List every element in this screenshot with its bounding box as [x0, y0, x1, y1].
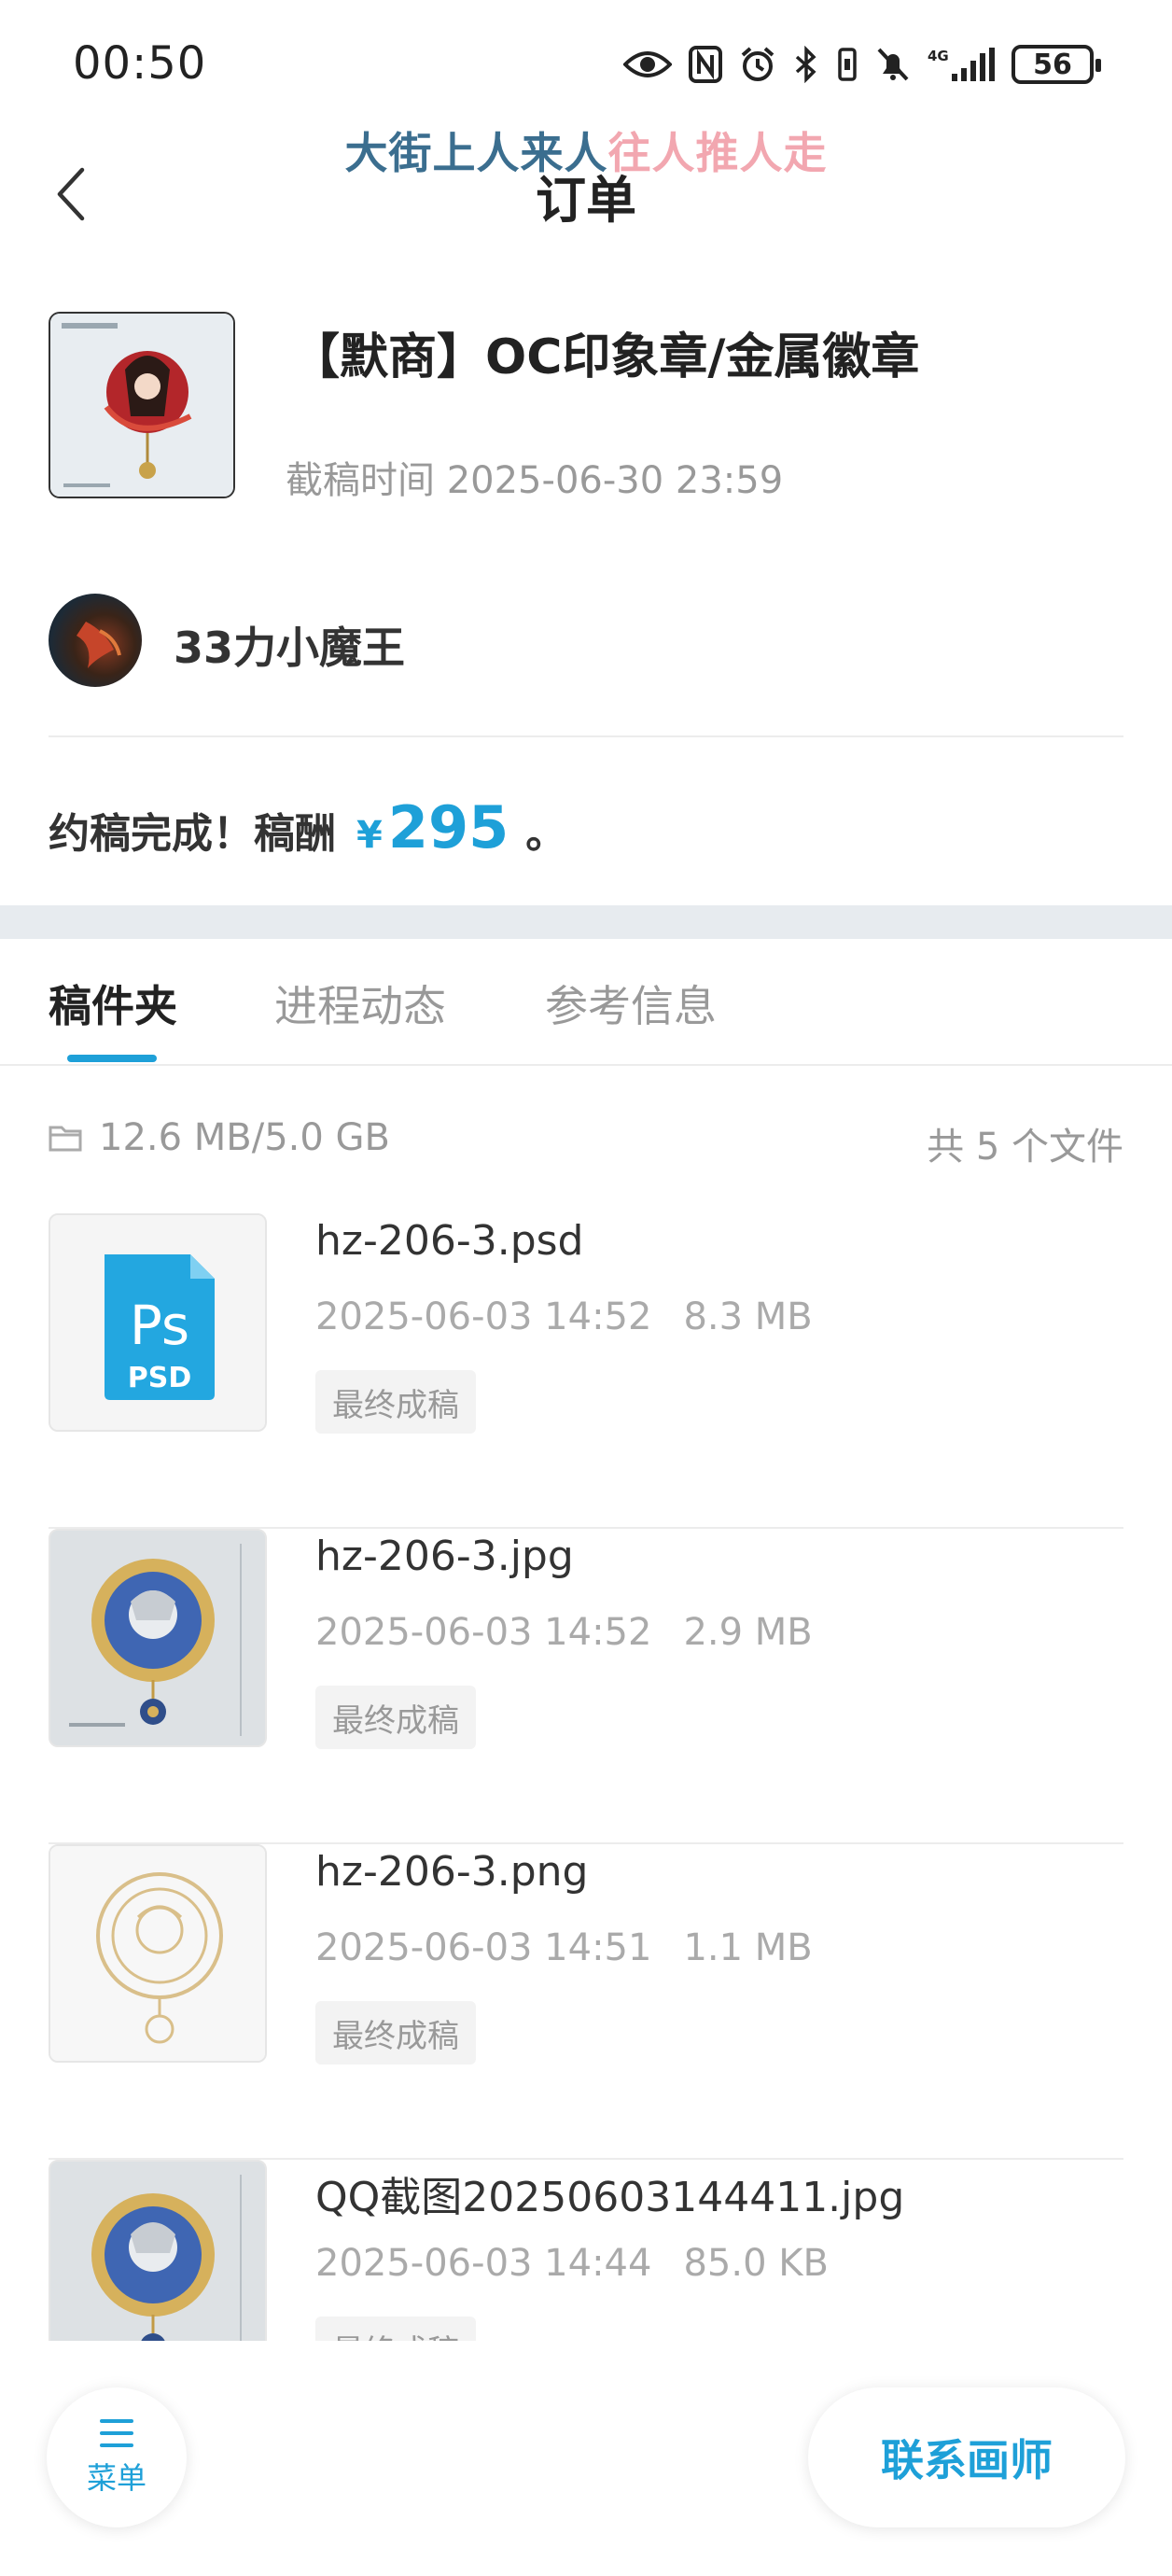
file-meta: 2025-06-03 14:44 85.0 KB — [315, 2242, 829, 2285]
tab-bar: 稿件夹 进程动态 参考信息 — [0, 939, 1172, 1066]
tab-reference[interactable]: 参考信息 — [545, 973, 717, 1034]
file-name: hz-206-3.jpg — [315, 1533, 574, 1580]
file-size: 85.0 KB — [683, 2242, 829, 2285]
eye-icon — [623, 51, 672, 77]
artwork-thumbnail — [50, 1531, 265, 1745]
completion-suffix: 。 — [525, 810, 567, 858]
file-item[interactable]: Ps PSD hz-206-3.psd 2025-06-03 14:52 8.3 … — [49, 1213, 1123, 1529]
svg-text:Ps: Ps — [130, 1294, 189, 1357]
storage-usage-text: 12.6 MB/5.0 GB — [99, 1116, 390, 1159]
vibrate-icon — [838, 48, 857, 81]
file-thumbnail[interactable] — [49, 2160, 267, 2341]
mute-bell-icon — [877, 48, 909, 81]
completion-summary: 约稿完成！稿酬 ¥ 295 。 — [49, 793, 566, 861]
bluetooth-icon — [795, 46, 816, 83]
file-count: 共 5 个文件 — [927, 1126, 1123, 1169]
battery-indicator: 56 — [1012, 45, 1101, 84]
file-thumbnail[interactable] — [49, 1529, 267, 1747]
nfc-icon — [689, 46, 722, 83]
file-tag: 最终成稿 — [315, 1370, 476, 1434]
file-thumbnail[interactable]: Ps PSD — [49, 1213, 267, 1432]
bottom-action-bar: 菜单 联系画师 — [0, 2341, 1172, 2576]
file-name: hz-206-3.png — [315, 1848, 589, 1896]
alarm-icon — [741, 47, 774, 81]
avatar[interactable] — [49, 594, 142, 687]
file-item[interactable]: hz-206-3.png 2025-06-03 14:51 1.1 MB 最终成稿 — [49, 1844, 1123, 2160]
file-size: 8.3 MB — [683, 1295, 813, 1338]
file-list: Ps PSD hz-206-3.psd 2025-06-03 14:52 8.3 … — [49, 1213, 1123, 2341]
file-size: 1.1 MB — [683, 1926, 813, 1969]
svg-text:4G: 4G — [928, 48, 949, 64]
page-title: 订单 — [536, 171, 636, 230]
currency-symbol: ¥ — [356, 814, 383, 857]
menu-label: 菜单 — [86, 2460, 146, 2496]
status-icons: 4G 56 — [623, 45, 1101, 84]
file-size: 2.9 MB — [683, 1611, 813, 1654]
product-title: 【默商】OC印象章/金属徽章 — [291, 329, 920, 385]
tab-progress[interactable]: 进程动态 — [274, 973, 446, 1034]
payment-amount: 295 — [387, 793, 509, 861]
file-date: 2025-06-03 14:52 — [315, 1611, 652, 1654]
header: 订单 — [0, 140, 1172, 243]
file-tag: 最终成稿 — [315, 2317, 476, 2341]
file-name: QQ截图20250603144411.jpg — [315, 2174, 905, 2221]
artist-name: 33力小魔王 — [174, 623, 406, 673]
divider — [49, 735, 1123, 737]
menu-icon — [100, 2419, 133, 2447]
completion-text: 约稿完成！稿酬 — [49, 810, 336, 858]
folder-icon — [49, 1126, 82, 1152]
file-tag: 最终成稿 — [315, 1686, 476, 1749]
contact-artist-button[interactable]: 联系画师 — [808, 2387, 1125, 2527]
file-item[interactable]: hz-206-3.jpg 2025-06-03 14:52 2.9 MB 最终成稿 — [49, 1529, 1123, 1844]
product-deadline: 截稿时间 2025-06-30 23:59 — [286, 459, 784, 502]
artwork-thumbnail — [50, 2162, 265, 2341]
file-date: 2025-06-03 14:51 — [315, 1926, 652, 1969]
storage-row: 12.6 MB/5.0 GB 共 5 个文件 — [49, 1116, 1123, 1172]
svg-text:PSD: PSD — [128, 1362, 192, 1394]
file-tag: 最终成稿 — [315, 2001, 476, 2065]
artist-row[interactable]: 33力小魔王 — [49, 594, 1123, 687]
file-meta: 2025-06-03 14:52 8.3 MB — [315, 1295, 813, 1338]
menu-button[interactable]: 菜单 — [47, 2387, 187, 2527]
file-date: 2025-06-03 14:44 — [315, 2242, 652, 2285]
file-meta: 2025-06-03 14:51 1.1 MB — [315, 1926, 813, 1969]
section-separator — [0, 905, 1172, 939]
status-time: 00:50 — [73, 37, 207, 90]
product-thumbnail[interactable] — [49, 312, 235, 498]
signal-icon: 4G — [928, 48, 995, 81]
storage-usage: 12.6 MB/5.0 GB — [49, 1116, 390, 1159]
file-name: hz-206-3.psd — [315, 1217, 584, 1265]
psd-file-icon: Ps PSD — [50, 1215, 265, 1430]
status-bar: 00:50 4G 56 — [0, 0, 1172, 131]
active-tab-indicator — [67, 1055, 157, 1062]
product-card[interactable]: 【默商】OC印象章/金属徽章 截稿时间 2025-06-30 23:59 — [49, 312, 1123, 502]
tab-draft-folder[interactable]: 稿件夹 — [49, 973, 177, 1034]
artwork-thumbnail — [50, 1846, 265, 2061]
file-item[interactable]: QQ截图20250603144411.jpg 2025-06-03 14:44 8… — [49, 2160, 1123, 2341]
file-meta: 2025-06-03 14:52 2.9 MB — [315, 1611, 813, 1654]
file-thumbnail[interactable] — [49, 1844, 267, 2063]
file-date: 2025-06-03 14:52 — [315, 1295, 652, 1338]
